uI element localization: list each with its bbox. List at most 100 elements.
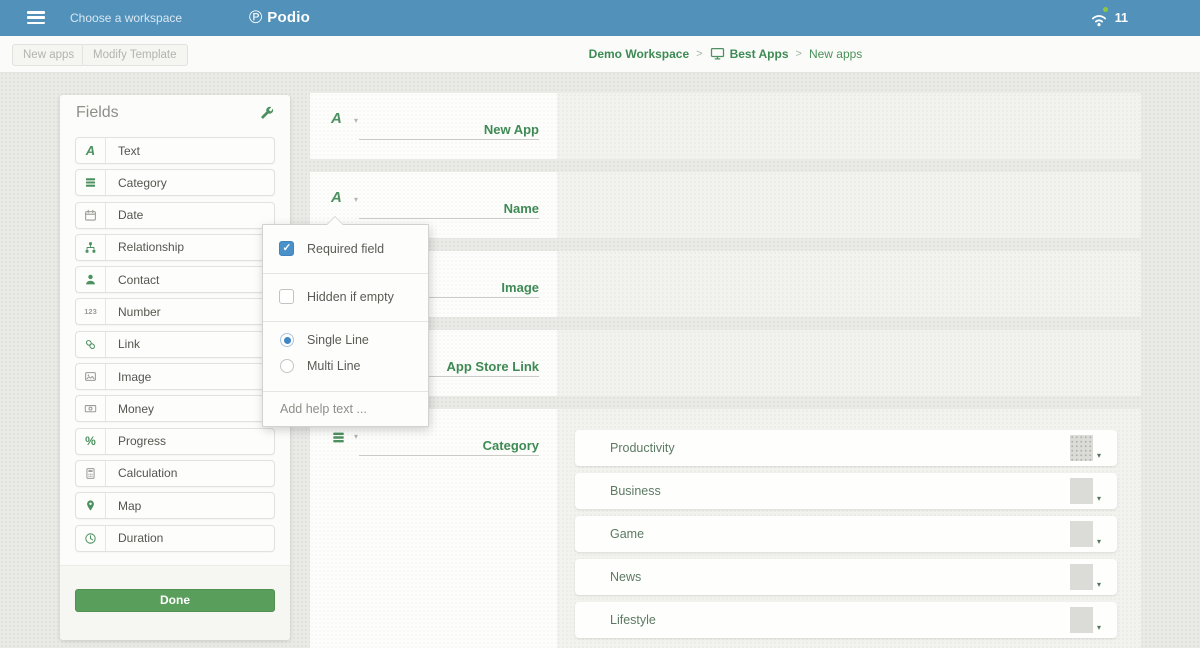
podio-logo[interactable]: ℗ Podio (249, 7, 310, 27)
drag-handle[interactable] (1070, 607, 1093, 633)
map-icon (76, 493, 106, 518)
fields-panel-title: Fields (76, 104, 119, 122)
breadcrumb-current-page: New apps (809, 47, 862, 61)
category-option-business[interactable]: Business ▾ (575, 473, 1117, 509)
drag-handle[interactable] (1070, 478, 1093, 504)
field-name-value[interactable]: Category (359, 438, 539, 453)
drag-handle[interactable] (1070, 521, 1093, 547)
breadcrumb-app-label: Best Apps (730, 47, 789, 61)
breadcrumb-separator: > (796, 48, 802, 60)
multi-line-label: Multi Line (307, 359, 361, 373)
option-chevron-down-icon[interactable]: ▾ (1097, 580, 1101, 589)
field-card: A ▾New App (310, 93, 557, 159)
app-canvas: Choose a workspace ℗ Podio 11 New apps M… (0, 0, 1200, 648)
modify-template-button[interactable]: Modify Template (82, 44, 188, 66)
category-option-game[interactable]: Game▾ (575, 516, 1117, 552)
contact-icon (76, 267, 106, 292)
field-item-calculation[interactable]: Calculation (75, 460, 275, 487)
option-chevron-down-icon[interactable]: ▾ (1097, 623, 1101, 632)
field-item-number[interactable]: 123Number (75, 298, 275, 325)
field-item-text[interactable]: AText (75, 137, 275, 164)
category-icon (76, 170, 106, 195)
field-item-label: Relationship (106, 240, 184, 254)
relationship-icon (76, 235, 106, 260)
fields-panel-footer: Done (60, 565, 290, 640)
category-option-lifestyle[interactable]: Lifestyle▾ (575, 602, 1117, 638)
field-item-date[interactable]: Date (75, 202, 275, 229)
duration-icon (76, 526, 106, 551)
field-item-contact[interactable]: Contact (75, 266, 275, 293)
field-item-category[interactable]: Category (75, 169, 275, 196)
multi-line-radio[interactable] (280, 359, 294, 373)
popup-section-line-mode: Single Line Multi Line (263, 321, 428, 392)
field-item-label: Contact (106, 273, 159, 287)
field-item-progress[interactable]: %Progress (75, 428, 275, 455)
podio-logo-text: Podio (267, 9, 310, 26)
field-name-value[interactable]: New App (359, 122, 539, 137)
field-item-map[interactable]: Map (75, 492, 275, 519)
single-line-option[interactable]: Single Line (279, 333, 420, 347)
podio-logo-icon: ℗ (249, 7, 262, 27)
field-item-label: Link (106, 337, 140, 351)
required-field-option[interactable]: Required field (279, 241, 420, 256)
field-item-label: Image (106, 370, 151, 384)
field-item-image[interactable]: Image (75, 363, 275, 390)
toolbar: New apps Modify Template Demo Workspace … (0, 36, 1200, 73)
wrench-icon[interactable] (259, 105, 275, 126)
category-option-productivity[interactable]: Productivity ▾ (575, 430, 1117, 466)
option-chevron-down-icon[interactable]: ▾ (1097, 451, 1101, 460)
breadcrumb-workspace-link[interactable]: Demo Workspace (589, 47, 689, 61)
popup-section-hidden: Hidden if empty (263, 273, 428, 322)
text-icon[interactable]: A (331, 110, 342, 128)
field-item-label: Date (106, 208, 143, 222)
drag-handle[interactable] (1070, 435, 1093, 461)
category-option-news[interactable]: News▾ (575, 559, 1117, 595)
field-item-label: Category (106, 176, 167, 190)
field-item-relationship[interactable]: Relationship (75, 234, 275, 261)
add-help-text-link[interactable]: Add help text ... (263, 391, 428, 426)
image-icon (76, 364, 106, 389)
progress-icon: % (76, 429, 106, 454)
field-type-list: AText Category Date Relationship Contact 123N… (75, 137, 275, 557)
field-item-money[interactable]: Money (75, 395, 275, 422)
choose-workspace-link[interactable]: Choose a workspace (70, 11, 182, 25)
category-option-label: Productivity (610, 441, 675, 455)
chevron-down-icon[interactable]: ▾ (354, 432, 358, 441)
form-row-app-store-link: App Store Link (310, 330, 1141, 396)
multi-line-option[interactable]: Multi Line (279, 359, 420, 373)
popup-section-required: Required field (263, 225, 428, 274)
single-line-radio[interactable] (280, 333, 294, 347)
category-icon[interactable] (331, 426, 346, 450)
chevron-down-icon[interactable]: ▾ (354, 116, 358, 125)
text-icon: A (76, 138, 106, 163)
notifications-button[interactable]: 11 (1090, 9, 1128, 27)
option-chevron-down-icon[interactable]: ▾ (1097, 537, 1101, 546)
hidden-if-empty-option[interactable]: Hidden if empty (279, 289, 420, 304)
fields-panel: Fields AText Category Date Relationship Cont… (60, 95, 290, 640)
field-name-input[interactable] (359, 139, 539, 140)
field-settings-popup: Required field Hidden if empty Single Li… (262, 224, 429, 427)
breadcrumb-app-link[interactable]: Best Apps (710, 46, 789, 61)
form-row-category: ▾CategoryProductivity▾Business▾Game▾News… (310, 409, 1141, 648)
field-name-input[interactable] (359, 455, 539, 456)
required-field-checkbox[interactable] (279, 241, 294, 256)
new-apps-button[interactable]: New apps (12, 44, 85, 66)
form-row-image: Image (310, 251, 1141, 317)
field-item-duration[interactable]: Duration (75, 525, 275, 552)
chevron-down-icon[interactable]: ▾ (354, 195, 358, 204)
text-icon[interactable]: A (331, 189, 342, 207)
field-item-link[interactable]: Link (75, 331, 275, 358)
drag-handle[interactable] (1070, 564, 1093, 590)
hamburger-menu-icon[interactable] (27, 11, 45, 27)
field-name-input[interactable] (359, 218, 539, 219)
field-name-value[interactable]: Name (359, 201, 539, 216)
hidden-if-empty-checkbox[interactable] (279, 289, 294, 304)
notification-status-dot (1103, 7, 1108, 12)
category-option-label: Business (610, 484, 661, 498)
monitor-icon (710, 46, 725, 61)
notification-sonar-icon (1090, 9, 1108, 27)
notification-count: 11 (1115, 11, 1128, 25)
option-chevron-down-icon[interactable]: ▾ (1097, 494, 1101, 503)
single-line-label: Single Line (307, 333, 369, 347)
done-button[interactable]: Done (75, 589, 275, 612)
